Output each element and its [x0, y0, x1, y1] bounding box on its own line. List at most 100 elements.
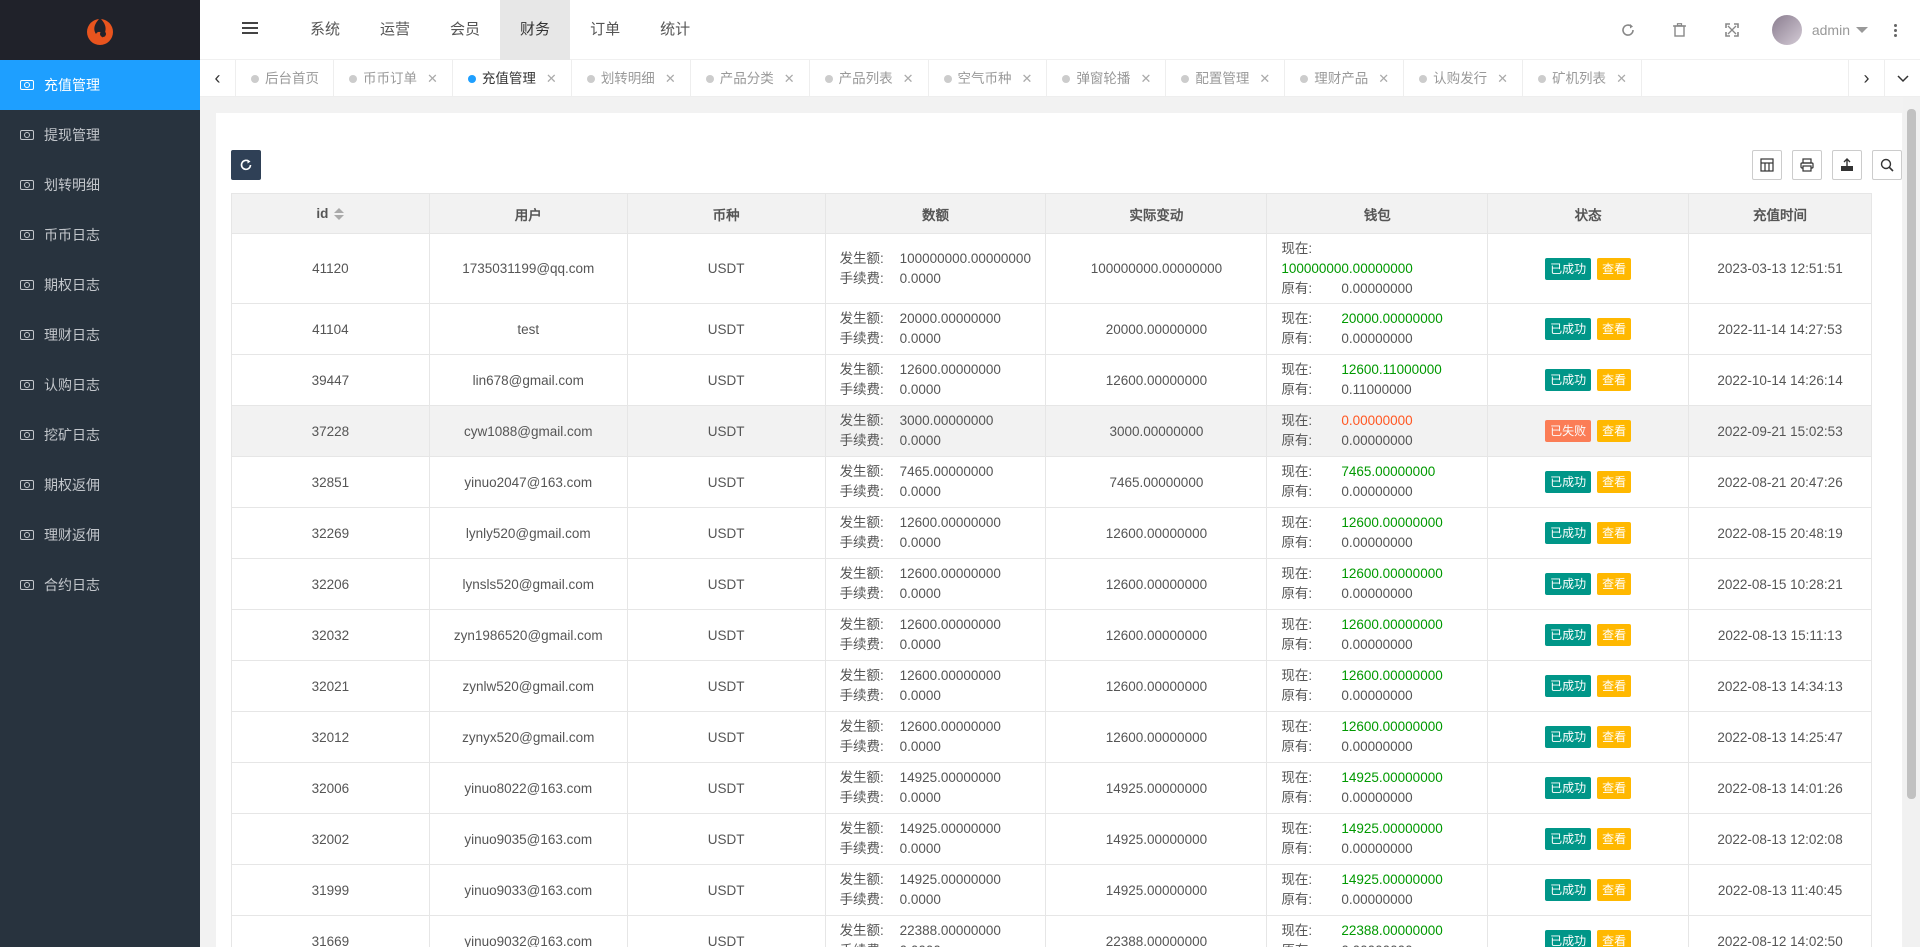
- cell-status: 已成功 查看: [1487, 864, 1690, 916]
- tab-7[interactable]: 弹窗轮播 ✕: [1047, 60, 1167, 97]
- admin-username[interactable]: admin: [1812, 22, 1850, 38]
- close-icon[interactable]: ✕: [1140, 60, 1151, 97]
- cell-coin: USDT: [626, 233, 826, 304]
- sidebar-item-10[interactable]: 合约日志: [0, 560, 200, 610]
- column-header-0[interactable]: id: [231, 193, 430, 234]
- more-vertical-icon[interactable]: [1880, 23, 1910, 37]
- tabs-menu-chevron-icon[interactable]: [1884, 60, 1920, 97]
- nav-item-0[interactable]: 系统: [290, 0, 360, 60]
- sidebar-item-9[interactable]: 理财返佣: [0, 510, 200, 560]
- close-icon[interactable]: ✕: [1497, 60, 1508, 97]
- sidebar-item-7[interactable]: 挖矿日志: [0, 410, 200, 460]
- nav-item-2[interactable]: 会员: [430, 0, 500, 60]
- view-button[interactable]: 查看: [1597, 930, 1632, 947]
- view-button[interactable]: 查看: [1597, 257, 1632, 280]
- wallet-orig-label: 原有:: [1281, 586, 1313, 601]
- view-button[interactable]: 查看: [1597, 777, 1632, 799]
- sidebar-item-6[interactable]: 认购日志: [0, 360, 200, 410]
- refresh-icon[interactable]: [1602, 0, 1654, 60]
- cell-coin: USDT: [626, 864, 826, 916]
- print-button[interactable]: [1792, 150, 1822, 180]
- close-icon[interactable]: ✕: [1616, 60, 1627, 97]
- trash-icon[interactable]: [1654, 0, 1706, 60]
- sidebar-item-1[interactable]: 提现管理: [0, 110, 200, 160]
- view-button[interactable]: 查看: [1597, 471, 1632, 493]
- menu-toggle-icon[interactable]: [242, 22, 258, 38]
- tab-0[interactable]: 后台首页: [236, 60, 334, 97]
- cell-amount: 发生额: 12600.00000000 手续费: 0.0000: [824, 558, 1047, 610]
- view-button[interactable]: 查看: [1597, 420, 1632, 442]
- nav-item-4[interactable]: 订单: [570, 0, 640, 60]
- tab-8[interactable]: 配置管理 ✕: [1166, 60, 1286, 97]
- view-button[interactable]: 查看: [1597, 879, 1632, 901]
- cell-status: 已成功 查看: [1487, 915, 1690, 947]
- tab-1[interactable]: 币币订单 ✕: [334, 60, 453, 97]
- tab-2[interactable]: 充值管理 ✕: [453, 60, 572, 97]
- view-button[interactable]: 查看: [1597, 624, 1632, 646]
- sidebar-item-2[interactable]: 划转明细: [0, 160, 200, 210]
- sidebar-item-label: 提现管理: [44, 127, 100, 143]
- tab-9[interactable]: 理财产品 ✕: [1285, 60, 1405, 97]
- tab-3[interactable]: 划转明细 ✕: [572, 60, 691, 97]
- fullscreen-icon[interactable]: [1706, 0, 1758, 60]
- view-button[interactable]: 查看: [1597, 726, 1632, 748]
- sidebar-item-0[interactable]: 充值管理: [0, 60, 200, 110]
- page-scrollbar[interactable]: [1903, 97, 1920, 947]
- tab-dot-icon: [467, 74, 476, 83]
- columns-filter-button[interactable]: [1752, 150, 1782, 180]
- tab-6[interactable]: 空气币种 ✕: [929, 60, 1048, 97]
- amount-label: 发生额:: [839, 719, 884, 734]
- tabs-scroll-right-icon[interactable]: ›: [1848, 60, 1884, 97]
- avatar[interactable]: [1771, 15, 1802, 45]
- close-icon[interactable]: ✕: [1259, 60, 1270, 97]
- tab-11[interactable]: 矿机列表 ✕: [1523, 60, 1642, 97]
- cell-id: 32206: [231, 558, 430, 610]
- view-button[interactable]: 查看: [1597, 369, 1632, 391]
- close-icon[interactable]: ✕: [1378, 60, 1389, 97]
- view-button[interactable]: 查看: [1597, 522, 1632, 544]
- sort-icon[interactable]: [334, 208, 345, 221]
- close-icon[interactable]: ✕: [903, 60, 914, 97]
- fee-value: 0.0000: [899, 790, 941, 805]
- cell-wallet: 现在: 14925.00000000 原有: 0.00000000: [1266, 813, 1489, 865]
- wallet-now-label: 现在:: [1281, 566, 1313, 581]
- money-icon: [20, 80, 34, 90]
- nav-item-5[interactable]: 统计: [640, 0, 710, 60]
- cell-id: 37228: [231, 405, 430, 457]
- logo[interactable]: [0, 0, 200, 60]
- nav-item-1[interactable]: 运营: [360, 0, 430, 60]
- search-button[interactable]: [1872, 150, 1902, 180]
- export-button[interactable]: [1832, 150, 1862, 180]
- sidebar-item-3[interactable]: 币币日志: [0, 210, 200, 260]
- wallet-orig-value: 0.00000000: [1341, 637, 1413, 652]
- view-button[interactable]: 查看: [1597, 318, 1632, 340]
- tab-10[interactable]: 认购发行 ✕: [1404, 60, 1524, 97]
- close-icon[interactable]: ✕: [1022, 60, 1033, 97]
- tabs-scroll-left-icon[interactable]: ‹: [200, 60, 236, 97]
- nav-item-3[interactable]: 财务: [500, 0, 571, 60]
- cell-time: 2023-03-13 12:51:51: [1688, 233, 1872, 304]
- view-button[interactable]: 查看: [1597, 675, 1632, 697]
- money-icon: [20, 330, 34, 340]
- cell-amount: 发生额: 22388.00000000 手续费:0.0000: [824, 915, 1047, 947]
- close-icon[interactable]: ✕: [784, 60, 795, 97]
- cell-wallet: 现在: 12600.11000000 原有: 0.11000000: [1266, 354, 1489, 406]
- close-icon[interactable]: ✕: [427, 60, 438, 97]
- amount-label: 发生额:: [839, 311, 884, 326]
- wallet-orig-label: 原有:: [1281, 280, 1313, 296]
- tab-5[interactable]: 产品列表 ✕: [810, 60, 929, 97]
- wallet-orig-label: 原有:: [1281, 841, 1313, 856]
- tab-4[interactable]: 产品分类 ✕: [691, 60, 810, 97]
- sidebar-item-4[interactable]: 期权日志: [0, 260, 200, 310]
- view-button[interactable]: 查看: [1597, 573, 1632, 595]
- close-icon[interactable]: ✕: [546, 60, 557, 97]
- close-icon[interactable]: ✕: [665, 60, 676, 97]
- cell-id: 32002: [231, 813, 430, 865]
- table-refresh-button[interactable]: [231, 150, 261, 180]
- cell-coin: USDT: [626, 711, 826, 763]
- amount-label: 发生额:: [839, 362, 884, 377]
- sidebar-item-8[interactable]: 期权返佣: [0, 460, 200, 510]
- view-button[interactable]: 查看: [1597, 828, 1632, 850]
- sidebar-item-5[interactable]: 理财日志: [0, 310, 200, 360]
- chevron-down-icon[interactable]: [1856, 27, 1868, 33]
